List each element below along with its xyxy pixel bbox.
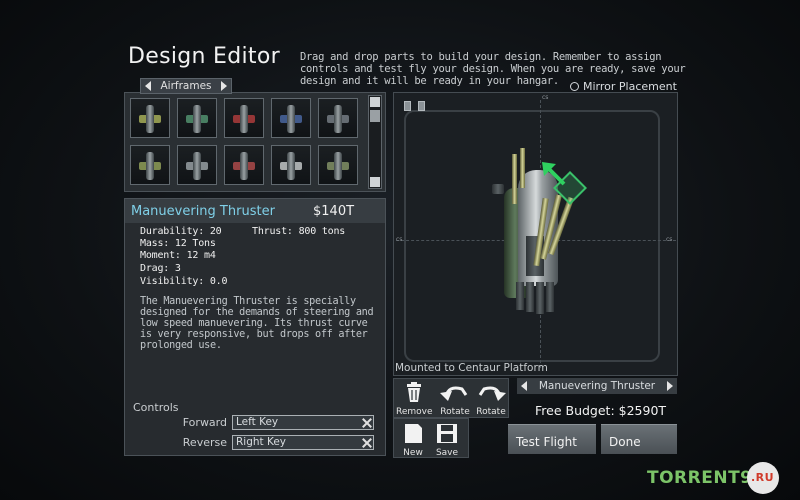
selected-part-label: Manuevering Thruster: [538, 380, 656, 392]
airframe-thumbnail-icon: [240, 152, 248, 180]
stat-moment: Moment: 12 m4: [140, 250, 216, 261]
reverse-key-field[interactable]: Right Key: [232, 435, 374, 450]
save-button[interactable]: Save: [432, 422, 462, 458]
test-flight-button[interactable]: Test Flight: [508, 424, 596, 454]
airframe-slot[interactable]: [318, 145, 358, 185]
clear-reverse-icon[interactable]: [362, 438, 372, 448]
prev-part-icon[interactable]: [521, 381, 527, 391]
stat-thrust: Thrust: 800 tons: [252, 226, 346, 237]
airframe-slot[interactable]: [130, 145, 170, 185]
side-thruster[interactable]: [492, 184, 504, 194]
airframe-slot[interactable]: [177, 145, 217, 185]
selected-part-bar[interactable]: Manuevering Thruster: [517, 378, 677, 394]
next-part-icon[interactable]: [666, 381, 673, 391]
forward-label: Forward: [182, 416, 227, 429]
new-document-icon: [405, 424, 422, 443]
stat-drag: Drag: 3: [140, 263, 181, 274]
remove-button[interactable]: Remove: [396, 381, 433, 417]
airframe-thumbnail-icon: [287, 152, 295, 180]
scroll-up-icon[interactable]: [370, 97, 380, 107]
stat-mass: Mass: 12 Tons: [140, 238, 216, 249]
rear-thruster[interactable]: [536, 282, 544, 314]
part-description: The Manuevering Thruster is specially de…: [140, 296, 374, 351]
gun-part[interactable]: [520, 148, 525, 188]
layer-icon[interactable]: [418, 101, 425, 111]
watermark-text: TORRENT9: [647, 468, 753, 488]
airframe-thumbnail-icon: [334, 152, 342, 180]
airframe-slot[interactable]: [318, 98, 358, 138]
rotate-left-label: Rotate: [440, 407, 470, 417]
rotate-right-icon: [478, 386, 506, 401]
clear-forward-icon[interactable]: [362, 418, 372, 428]
axis-label-top: cs: [542, 94, 549, 101]
stat-durability: Durability: 20: [140, 226, 222, 237]
rotate-left-icon: [440, 386, 468, 401]
new-label: New: [403, 448, 423, 458]
save-label: Save: [435, 448, 459, 458]
next-category-icon[interactable]: [221, 81, 227, 91]
rotate-right-label: Rotate: [476, 407, 506, 417]
rotate-right-button[interactable]: Rotate: [474, 381, 508, 417]
axis-label-right: cs: [666, 236, 673, 243]
prev-category-icon[interactable]: [145, 81, 151, 91]
forward-key-field[interactable]: Left Key: [232, 415, 374, 430]
mirror-radio-icon[interactable]: [570, 82, 579, 91]
gun-part[interactable]: [512, 154, 517, 204]
airframe-slot[interactable]: [130, 98, 170, 138]
stat-visibility: Visibility: 0.0: [140, 276, 228, 287]
rotate-left-button[interactable]: Rotate: [438, 381, 472, 417]
airframe-slot[interactable]: [177, 98, 217, 138]
airframe-thumbnail-icon: [193, 105, 201, 133]
reverse-label: Reverse: [182, 436, 227, 449]
airframe-slot[interactable]: [224, 98, 264, 138]
part-price: $140T: [313, 204, 355, 219]
remove-label: Remove: [396, 407, 433, 417]
rear-thruster[interactable]: [526, 282, 534, 312]
rear-thruster[interactable]: [516, 282, 524, 310]
done-button[interactable]: Done: [601, 424, 677, 454]
watermark-suffix: .RU: [746, 462, 779, 494]
axis-label-left: cs: [396, 236, 403, 243]
scroll-thumb[interactable]: [370, 110, 380, 122]
direction-arrow-icon: [542, 162, 566, 186]
airframe-grid: [130, 98, 362, 185]
airframe-slot[interactable]: [271, 145, 311, 185]
airframes-tab-label: Airframes: [160, 80, 212, 92]
new-button[interactable]: New: [398, 422, 428, 458]
airframe-slot[interactable]: [271, 98, 311, 138]
airframe-thumbnail-icon: [193, 152, 201, 180]
airframes-scrollbar[interactable]: [368, 95, 382, 189]
ship-design[interactable]: [490, 140, 600, 330]
airframes-tab[interactable]: Airframes: [140, 78, 232, 94]
airframe-slot[interactable]: [224, 145, 264, 185]
rear-thruster[interactable]: [546, 282, 554, 312]
watermark: TORRENT9.RU: [647, 462, 779, 494]
page-title: Design Editor: [128, 44, 280, 69]
floppy-disk-icon: [437, 424, 457, 443]
part-name: Manuevering Thruster: [131, 204, 275, 219]
controls-heading: Controls: [133, 401, 179, 414]
trash-icon: [407, 382, 421, 402]
airframe-thumbnail-icon: [287, 105, 295, 133]
airframe-thumbnail-icon: [146, 105, 154, 133]
scroll-down-icon[interactable]: [370, 177, 380, 187]
free-budget: Free Budget: $2590T: [535, 403, 667, 418]
airframe-thumbnail-icon: [146, 152, 154, 180]
layer-icon[interactable]: [404, 101, 411, 111]
airframe-thumbnail-icon: [240, 105, 248, 133]
airframe-thumbnail-icon: [334, 105, 342, 133]
mounted-to-text: Mounted to Centaur Platform: [395, 362, 548, 374]
